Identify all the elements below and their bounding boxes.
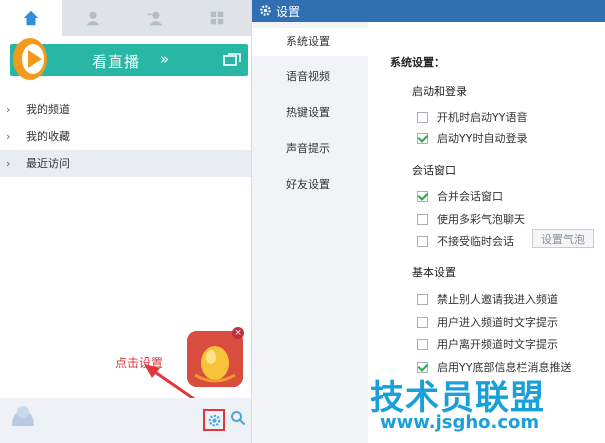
settings-nav-system[interactable]: 系统设置 [252, 28, 368, 56]
nav-item-label: 我的频道 [26, 103, 70, 116]
yy-logo-icon [13, 38, 47, 80]
group-title-session: 会话窗口 [412, 164, 456, 177]
option-label: 用户进入频道时文字提示 [437, 316, 558, 329]
option-autologin[interactable]: 启动YY时自动登录 [417, 131, 527, 145]
group-title-startup: 启动和登录 [412, 85, 467, 98]
nav-my-channels[interactable]: › 我的频道 [0, 96, 251, 123]
option-label: 使用多彩气泡聊天 [437, 213, 525, 226]
settings-nav-friends[interactable]: 好友设置 [252, 171, 368, 199]
chevron-right-icon: › [6, 103, 11, 116]
gear-icon [260, 5, 271, 16]
gear-icon [208, 414, 220, 426]
tab-bar [0, 0, 251, 36]
nav-item-label: 最近访问 [26, 157, 70, 170]
chevron-right-icon: › [6, 130, 11, 143]
checkbox[interactable] [417, 338, 428, 350]
checkbox[interactable] [417, 111, 428, 123]
group-icon [147, 11, 163, 26]
checkbox-checked[interactable] [417, 190, 428, 202]
live-banner-label: 看直播 [92, 53, 141, 71]
user-avatar-icon[interactable] [10, 404, 36, 428]
watermark-url: www.jsgho.com [380, 412, 540, 433]
settings-sidenav: 系统设置 语音视频 热键设置 声音提示 好友设置 [252, 22, 368, 443]
tab-apps[interactable] [186, 0, 248, 36]
settings-nav-hotkeys[interactable]: 热键设置 [252, 99, 368, 127]
contact-icon [86, 11, 100, 26]
settings-nav-voice-video[interactable]: 语音视频 [252, 63, 368, 91]
option-leave-notice[interactable]: 用户离开频道时文字提示 [417, 337, 558, 351]
tab-contacts[interactable] [62, 0, 124, 36]
option-label: 用户离开频道时文字提示 [437, 338, 558, 351]
checkbox[interactable] [417, 316, 428, 328]
option-label: 合并会话窗口 [437, 190, 503, 203]
chevron-right-icon: › [6, 157, 11, 170]
checkbox[interactable] [417, 293, 428, 305]
settings-title: 设置 [276, 5, 301, 19]
main-panel: 看直播 » › 我的频道 › 我的收藏 › 最近访问 × 点击设置 [0, 0, 252, 443]
tab-home[interactable] [0, 0, 62, 36]
close-icon[interactable]: × [232, 327, 244, 339]
nav-item-label: 我的收藏 [26, 130, 70, 143]
nav-my-favorites[interactable]: › 我的收藏 [0, 123, 251, 150]
checkbox[interactable] [417, 213, 428, 225]
bubble-settings-button[interactable]: 设置气泡 [532, 229, 594, 248]
tab-groups[interactable] [124, 0, 186, 36]
option-no-temp-sessions[interactable]: 不接受临时会话 [417, 234, 514, 248]
option-merge-sessions[interactable]: 合并会话窗口 [417, 189, 503, 203]
settings-button[interactable] [203, 409, 225, 431]
settings-nav-sound[interactable]: 声音提示 [252, 135, 368, 163]
nav-recent-visits[interactable]: › 最近访问 [0, 150, 251, 177]
option-block-invites[interactable]: 禁止别人邀请我进入频道 [417, 292, 558, 306]
option-enter-notice[interactable]: 用户进入频道时文字提示 [417, 315, 558, 329]
channel-nav: › 我的频道 › 我的收藏 › 最近访问 [0, 96, 251, 177]
option-label: 不接受临时会话 [437, 235, 514, 248]
settings-titlebar: 设置 [252, 0, 605, 22]
option-label: 开机时启动YY语音 [437, 111, 528, 124]
checkbox-checked[interactable] [417, 132, 428, 144]
option-label: 启动YY时自动登录 [437, 132, 528, 145]
section-title: 系统设置： [390, 56, 445, 69]
option-autostart[interactable]: 开机时启动YY语音 [417, 110, 527, 124]
checkbox[interactable] [417, 235, 428, 247]
apps-icon [210, 11, 224, 25]
double-chevron-icon: » [160, 50, 170, 68]
group-title-basic: 基本设置 [412, 266, 456, 279]
window-icon[interactable] [223, 53, 241, 67]
search-icon[interactable] [230, 410, 246, 426]
home-icon [23, 10, 39, 26]
option-color-bubbles[interactable]: 使用多彩气泡聊天 [417, 212, 525, 226]
option-label: 禁止别人邀请我进入频道 [437, 293, 558, 306]
